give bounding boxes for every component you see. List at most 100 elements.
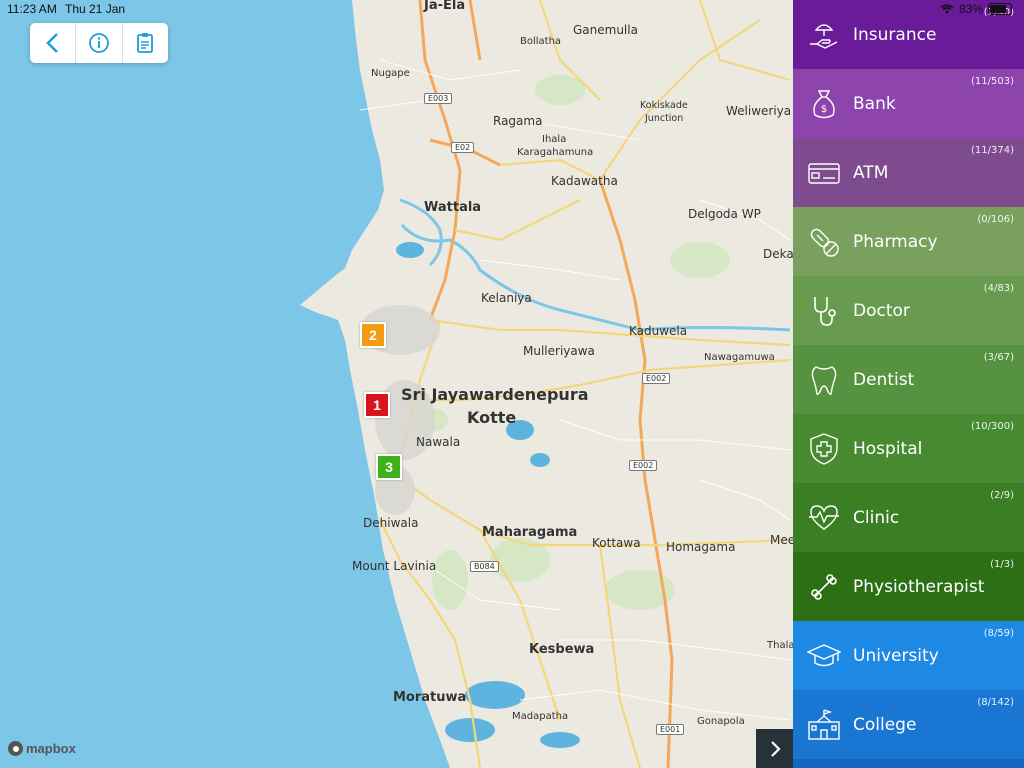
category-count: (11/503) — [971, 76, 1014, 87]
category-hospital[interactable]: Hospital (10/300) — [793, 414, 1024, 483]
map-label-gonapola: Gonapola — [697, 716, 745, 727]
map-marker[interactable]: 1 — [364, 392, 390, 418]
map-label-bollatha: Bollatha — [520, 36, 562, 47]
map-label-madapatha: Madapatha — [512, 711, 569, 722]
road-shield-e003: E003 — [424, 93, 453, 104]
map-label-junction: Junction — [645, 113, 684, 124]
map-label-mulleriyawa: Mulleriyawa — [523, 344, 595, 358]
map-marker[interactable]: 2 — [360, 322, 386, 348]
map-label-kaduwela: Kaduwela — [629, 324, 688, 338]
map-label-karagahamuna: Karagahamuna — [517, 147, 594, 158]
category-label: Dentist — [853, 369, 915, 390]
map-label-ragama: Ragama — [493, 114, 543, 128]
chevron-left-icon — [45, 33, 58, 53]
map-label-kelaniya: Kelaniya — [481, 291, 532, 305]
status-time: 11:23 AM — [7, 2, 57, 16]
category-count: (4/83) — [983, 283, 1014, 294]
category-count: (1/3) — [990, 559, 1014, 570]
svg-text:$: $ — [821, 104, 827, 115]
category-count: (8/142) — [977, 697, 1014, 708]
pill-icon — [810, 228, 839, 257]
info-button[interactable] — [76, 23, 123, 63]
map-label-wattala: Wattala — [424, 200, 482, 215]
map-label-mee: Mee — [770, 533, 796, 547]
category-count: (8/59) — [983, 628, 1014, 639]
map-toolbar — [30, 23, 168, 63]
category-label: Pharmacy — [853, 231, 938, 252]
category-label: Doctor — [853, 300, 910, 321]
back-button[interactable] — [30, 23, 77, 63]
category-pharmacy[interactable]: Pharmacy (0/106) — [793, 207, 1024, 276]
hospital-shield-icon — [810, 432, 838, 465]
status-bar: 11:23 AM Thu 21 Jan 83% — [0, 0, 1024, 18]
category-bank[interactable]: $ Bank (11/503) — [793, 69, 1024, 138]
category-university[interactable]: University (8/59) — [793, 621, 1024, 690]
info-icon — [89, 33, 109, 53]
mapbox-logo[interactable]: mapbox — [8, 741, 76, 756]
category-atm[interactable]: ATM (11/374) — [793, 138, 1024, 207]
map-label-kokiskade: Kokiskade — [640, 100, 688, 111]
category-physiotherapist[interactable]: Physiotherapist (1/3) — [793, 552, 1024, 621]
map-label-delgoda: Delgoda WP — [688, 207, 761, 221]
map-label-homagama: Homagama — [666, 540, 736, 554]
map-label-nugape: Nugape — [371, 68, 410, 79]
atm-card-icon — [808, 162, 840, 184]
bone-icon — [811, 573, 837, 600]
category-college[interactable]: College (8/142) — [793, 690, 1024, 759]
category-label: Hospital — [853, 438, 923, 459]
map-label-maharagama: Maharagama — [482, 525, 578, 540]
category-dentist[interactable]: Dentist (3/67) — [793, 345, 1024, 414]
map-label-ganemulla: Ganemulla — [573, 23, 638, 37]
map-label-nawagamuwa: Nawagamuwa — [704, 352, 775, 363]
status-right: 83% — [940, 2, 1012, 16]
road-shield-e002: E002 — [629, 460, 658, 471]
heartbeat-icon — [809, 504, 839, 530]
chevron-right-icon — [770, 740, 781, 757]
battery-icon — [988, 3, 1012, 15]
graduation-cap-icon — [807, 643, 841, 666]
map-label-kesbewa: Kesbewa — [529, 642, 595, 657]
collapse-sidebar-button[interactable] — [756, 729, 793, 768]
category-label: ATM — [853, 162, 889, 183]
map-label-dehiwala: Dehiwala — [363, 516, 419, 530]
category-count: (2/9) — [990, 490, 1014, 501]
category-label: College — [853, 714, 917, 735]
report-button[interactable] — [123, 23, 168, 63]
category-count: (10/300) — [971, 421, 1014, 432]
road-shield-e002: E002 — [642, 373, 671, 384]
clipboard-icon — [137, 33, 154, 53]
map-label-ihala: Ihala — [542, 134, 567, 145]
category-label: University — [853, 645, 939, 666]
marker-number: 3 — [385, 459, 393, 475]
battery-percent: 83% — [958, 2, 983, 16]
category-label: Clinic — [853, 507, 900, 528]
map-label-mount-lavinia: Mount Lavinia — [352, 559, 437, 573]
map-label-kottawa: Kottawa — [592, 536, 641, 550]
tooth-icon — [811, 365, 837, 395]
category-next-partial[interactable] — [793, 759, 1024, 768]
category-label: Insurance — [853, 24, 937, 45]
category-clinic[interactable]: Clinic (2/9) — [793, 483, 1024, 552]
money-bag-icon: $ — [813, 89, 835, 118]
category-sidebar: Insurance (2/40) $ Bank (11/503) ATM (11… — [793, 0, 1024, 768]
category-count: (3/67) — [983, 352, 1014, 363]
category-doctor[interactable]: Doctor (4/83) — [793, 276, 1024, 345]
map-label-nawala: Nawala — [416, 435, 461, 449]
map-label-thala: Thala — [767, 640, 795, 651]
school-building-icon — [808, 708, 840, 740]
map-label-sjk-line1: Sri Jayawardenepura — [401, 385, 589, 404]
map-label-sjk-line2: Kotte — [467, 408, 517, 427]
road-shield-e02: E02 — [451, 142, 475, 153]
marker-number: 2 — [369, 327, 377, 343]
wifi-icon — [940, 4, 954, 14]
map-label-deka: Deka — [763, 247, 794, 261]
category-label: Bank — [853, 93, 896, 114]
mapbox-wordmark: mapbox — [26, 741, 76, 756]
map-label-weliweriya: Weliweriya — [726, 104, 792, 118]
category-label: Physiotherapist — [853, 576, 985, 597]
map-marker[interactable]: 3 — [376, 454, 402, 480]
map-label-moratuwa: Moratuwa — [393, 690, 467, 705]
category-count: (11/374) — [971, 145, 1014, 156]
road-shield-e001: E001 — [656, 724, 685, 735]
category-count: (0/106) — [977, 214, 1014, 225]
